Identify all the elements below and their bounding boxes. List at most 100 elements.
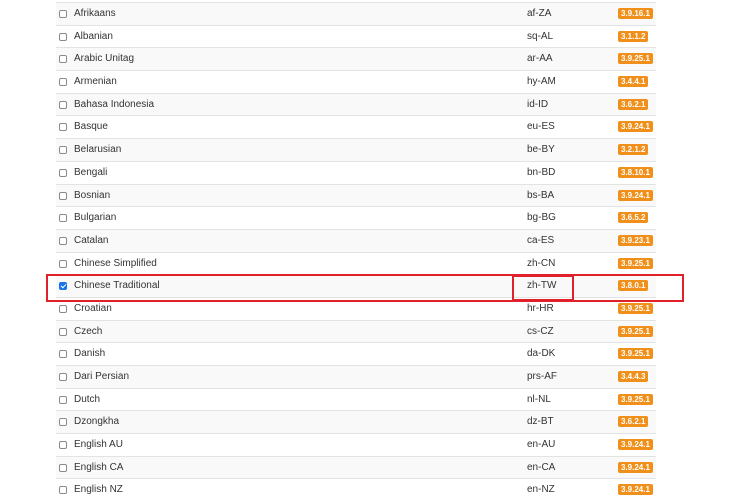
row-checkbox[interactable] (59, 441, 67, 450)
language-code: hy-AM (527, 76, 556, 88)
language-name: English AU (74, 439, 123, 451)
language-name: Chinese Traditional (74, 280, 160, 292)
language-code: af-ZA (527, 8, 552, 19)
version-badge: 3.9.24.1 (618, 461, 653, 473)
language-name: Bahasa Indonesia (74, 98, 155, 110)
language-name: Czech (74, 325, 103, 337)
version-badge: 3.9.25.1 (618, 393, 653, 405)
language-code: hr-HR (527, 302, 554, 314)
row-checkbox[interactable] (59, 168, 67, 177)
row-checkbox[interactable] (59, 373, 67, 381)
language-name: English CA (74, 461, 124, 473)
table-row[interactable]: Chinese Traditional zh-TW 3.8.0.1 (56, 274, 656, 297)
table-row[interactable]: Basque eu-ES 3.9.24.1 (56, 115, 656, 138)
version-badge: 3.6.2.1 (618, 416, 649, 428)
language-name: Dari Persian (74, 371, 130, 382)
row-checkbox[interactable] (59, 236, 67, 245)
language-code: en-NZ (527, 484, 555, 496)
row-checkbox[interactable] (59, 191, 67, 200)
row-checkbox[interactable] (59, 146, 67, 155)
language-name: Bengali (74, 166, 108, 178)
version-badge: 3.2.1.2 (618, 144, 649, 156)
table-row[interactable]: English CA en-CA 3.9.24.1 (56, 455, 656, 479)
language-name: English NZ (74, 484, 123, 496)
table-row[interactable]: Catalan ca-ES 3.9.23.1 (56, 228, 656, 252)
version-badge: 3.9.25.1 (618, 302, 653, 314)
row-checkbox[interactable] (59, 418, 67, 427)
row-checkbox[interactable] (59, 32, 67, 41)
language-code: ca-ES (527, 234, 555, 246)
table-row[interactable]: Bahasa Indonesia id-ID 3.6.2.1 (56, 92, 656, 116)
version-badge: 3.4.4.3 (618, 371, 649, 382)
version-badge: 3.6.2.1 (618, 98, 649, 110)
language-code: be-BY (527, 144, 555, 156)
language-code: zh-TW (527, 280, 557, 292)
language-code: nl-NL (527, 393, 551, 405)
language-name: Belarusian (74, 144, 122, 156)
table-row[interactable]: Bulgarian bg-BG 3.6.5.2 (56, 206, 656, 229)
version-badge: 3.9.25.1 (618, 325, 653, 337)
table-row[interactable]: Dutch nl-NL 3.9.25.1 (56, 387, 656, 411)
language-name: Bulgarian (74, 212, 117, 224)
table-row[interactable]: Danish da-DK 3.9.25.1 (56, 342, 656, 365)
language-code: dz-BT (527, 416, 554, 428)
version-badge: 3.4.4.1 (618, 76, 649, 88)
language-code: bs-BA (527, 189, 555, 201)
table-row[interactable]: English AU en-AU 3.9.24.1 (56, 433, 656, 456)
language-name: Dutch (74, 393, 101, 405)
row-checkbox[interactable] (59, 214, 67, 223)
language-code: id-ID (527, 98, 549, 110)
language-code: bg-BG (527, 212, 556, 224)
language-code: prs-AF (527, 371, 557, 382)
language-name: Catalan (74, 234, 109, 246)
row-checkbox[interactable] (59, 304, 67, 313)
table-row[interactable]: Croatian hr-HR 3.9.25.1 (56, 296, 656, 320)
row-checkbox[interactable] (59, 327, 67, 336)
version-badge: 3.9.23.1 (618, 234, 653, 246)
row-checkbox[interactable] (59, 395, 67, 404)
language-code: en-CA (527, 461, 556, 473)
language-name: Basque (74, 121, 108, 133)
version-badge: 3.9.25.1 (618, 53, 653, 65)
table-row[interactable]: Czech cs-CZ 3.9.25.1 (56, 319, 656, 343)
language-name: Arabic Unitag (74, 53, 135, 65)
version-badge: 3.9.24.1 (618, 439, 653, 451)
language-name: Armenian (74, 76, 117, 88)
row-checkbox[interactable] (59, 123, 67, 132)
language-code: ar-AA (527, 53, 553, 65)
version-badge: 3.9.25.1 (618, 257, 653, 269)
row-checkbox[interactable] (59, 350, 67, 359)
row-checkbox[interactable] (59, 55, 67, 64)
version-badge: 3.9.24.1 (618, 121, 653, 133)
language-name: Albanian (74, 30, 113, 42)
language-code: bn-BD (527, 166, 556, 178)
language-code: zh-CN (527, 257, 556, 269)
language-code: eu-ES (527, 121, 555, 133)
version-badge: 3.9.24.1 (618, 189, 653, 201)
language-code: cs-CZ (527, 325, 554, 337)
table-row[interactable]: Armenian hy-AM 3.4.4.1 (56, 70, 656, 93)
table-row[interactable]: Afrikaans af-ZA 3.9.16.1 (56, 2, 656, 25)
language-name: Afrikaans (74, 8, 116, 19)
row-checkbox[interactable] (59, 282, 67, 291)
row-checkbox[interactable] (59, 10, 67, 18)
table-row[interactable]: Bengali bn-BD 3.8.10.1 (56, 160, 656, 184)
language-name: Dzongkha (74, 416, 120, 428)
row-checkbox[interactable] (59, 463, 67, 472)
table-row[interactable]: Dari Persian prs-AF 3.4.4.3 (56, 365, 656, 388)
table-row[interactable]: Chinese Simplified zh-CN 3.9.25.1 (56, 251, 656, 275)
row-checkbox[interactable] (59, 100, 67, 109)
version-badge: 3.9.16.1 (618, 8, 653, 19)
version-badge: 3.9.24.1 (618, 484, 653, 496)
row-checkbox[interactable] (59, 259, 67, 268)
table-row[interactable]: Albanian sq-AL 3.1.1.2 (56, 24, 656, 48)
version-badge: 3.6.5.2 (618, 212, 649, 224)
table-row[interactable]: Dzongkha dz-BT 3.6.2.1 (56, 410, 656, 434)
row-checkbox[interactable] (59, 78, 67, 87)
table-row[interactable]: Arabic Unitag ar-AA 3.9.25.1 (56, 47, 656, 71)
row-checkbox[interactable] (59, 486, 67, 495)
version-badge: 3.9.25.1 (618, 348, 653, 360)
table-row[interactable]: Belarusian be-BY 3.2.1.2 (56, 138, 656, 161)
table-row[interactable]: Bosnian bs-BA 3.9.24.1 (56, 183, 656, 207)
table-row[interactable]: English NZ en-NZ 3.9.24.1 (56, 478, 656, 501)
